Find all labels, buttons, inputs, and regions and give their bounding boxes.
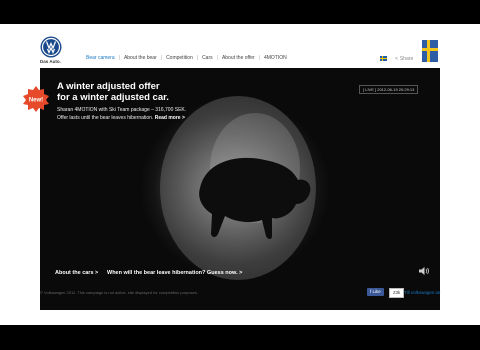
page: Das Auto. Bear camera | About the bear |…	[0, 24, 480, 325]
share-label: Share	[399, 56, 414, 62]
nav-item-about-bear[interactable]: About the bear	[120, 55, 161, 61]
read-more-link[interactable]: Read more >	[155, 115, 185, 121]
facebook-like-button[interactable]: f Like	[367, 288, 384, 296]
swedish-ski-team-badge-icon	[422, 40, 438, 62]
nav-item-bear-camera[interactable]: Bear camera	[82, 55, 119, 61]
bear-camera-hero: A winter adjusted offer for a winter adj…	[40, 68, 440, 310]
nav-item-about-offer[interactable]: About the offer	[218, 55, 259, 61]
live-camera-timestamp: [ LIVE ] 2012-06-19 20:29:13	[359, 85, 419, 94]
copyright-text: © Volkswagen 2011. This campaign is not …	[40, 290, 198, 295]
swedish-flag-icon[interactable]	[380, 56, 387, 61]
new-badge: New!	[23, 86, 49, 112]
about-cars-link[interactable]: About the cars >	[55, 270, 98, 276]
logo-text: Das Auto.	[40, 59, 61, 64]
speaker-icon[interactable]	[418, 266, 430, 276]
guess-now-link[interactable]: When will the bear leave hibernation? Gu…	[107, 270, 242, 276]
offer-line-1: Sharan 4MOTION with Ski Team package – 3…	[57, 107, 187, 113]
vw-logo[interactable]	[40, 36, 62, 58]
like-count: 23k	[389, 288, 405, 298]
offer-line-2: Offer lasts until the bear leaves hibern…	[57, 115, 154, 121]
headline-line-2: for a winter adjusted car.	[57, 91, 169, 103]
like-label: Like	[372, 289, 381, 294]
share-icon: <	[395, 56, 398, 62]
offer-text: Sharan 4MOTION with Ski Team package – 3…	[57, 106, 186, 122]
nav-item-4motion[interactable]: 4MOTION	[260, 55, 291, 61]
main-nav: Bear camera | About the bear | Competiti…	[82, 55, 291, 61]
facebook-icon: f	[370, 289, 372, 294]
nav-item-competition[interactable]: Competition	[162, 55, 197, 61]
share-button[interactable]: < Share	[395, 56, 413, 62]
volkswagen-se-link[interactable]: Till volkswagen.se	[404, 290, 440, 295]
offer-headline: A winter adjusted offer for a winter adj…	[57, 81, 169, 104]
new-badge-label: New!	[29, 98, 43, 104]
nav-item-cars[interactable]: Cars	[198, 55, 217, 61]
